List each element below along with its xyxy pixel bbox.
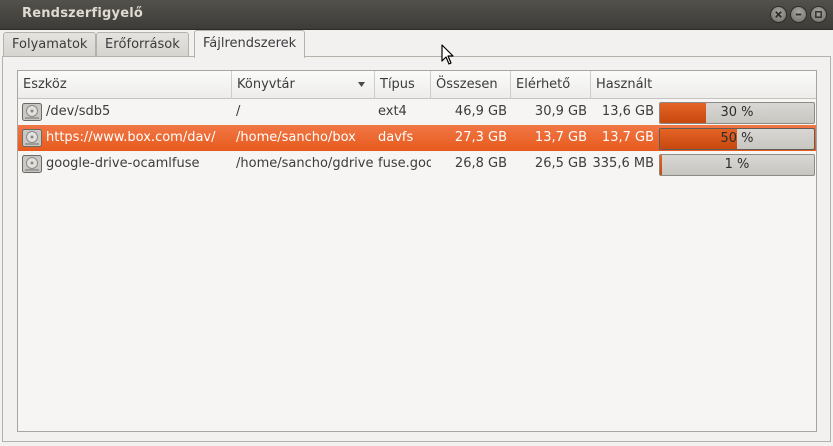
window-title: Rendszerfigyelő	[22, 6, 144, 21]
cell-device: google-drive-ocamlfuse	[46, 156, 200, 171]
column-header-directory-label: Könyvtár	[237, 77, 295, 92]
cell-directory: /home/sancho/box	[236, 130, 356, 145]
table-row[interactable]: /dev/sdb5 / ext4 46,9 GB 30,9 GB 13,6 GB 30 %	[18, 99, 816, 125]
cell-type: davfs	[378, 130, 414, 145]
cell-device: /dev/sdb5	[46, 104, 111, 119]
usage-percent-label: 1 %	[724, 157, 750, 172]
cell-device: https://www.box.com/dav/	[46, 130, 216, 145]
cell-total: 26,8 GB	[454, 156, 507, 171]
title-bar[interactable]: Rendszerfigyelő	[0, 0, 833, 30]
tab-resources[interactable]: Erőforrások	[96, 32, 189, 57]
column-header-used[interactable]: Használt	[591, 71, 658, 99]
cell-used: 335,6 MB	[592, 156, 654, 171]
cell-used: 13,6 GB	[601, 104, 654, 119]
usage-percent-label: 50 %	[720, 131, 754, 146]
table-row[interactable]: google-drive-ocamlfuse/home/sancho/gdriv…	[18, 151, 816, 177]
tab-processes[interactable]: Folyamatok	[3, 32, 97, 57]
cell-total: 46,9 GB	[454, 104, 507, 119]
usage-bar: 1 %	[659, 154, 815, 176]
cell-used: 13,7 GB	[601, 130, 654, 145]
minimize-icon	[795, 13, 802, 16]
cell-type: fuse.google-drive-ocamlfuse	[378, 156, 431, 171]
cell-available: 26,5 GB	[534, 156, 587, 171]
system-monitor-window: Rendszerfigyelő Folyamatok Erőforrások F…	[0, 0, 833, 446]
hard-drive-icon	[22, 155, 42, 173]
cell-type: ext4	[378, 104, 407, 119]
tab-file-systems[interactable]: Fájlrendszerek	[194, 30, 306, 58]
cell-available: 13,7 GB	[534, 130, 587, 145]
hard-drive-icon	[22, 129, 42, 147]
file-systems-table[interactable]: Eszköz Könyvtár Típus Összesen Elérhető …	[17, 70, 817, 432]
usage-bar: 30 %	[659, 102, 815, 124]
close-button[interactable]	[770, 6, 787, 23]
maximize-button[interactable]	[810, 6, 827, 23]
table-header: Eszköz Könyvtár Típus Összesen Elérhető …	[18, 71, 816, 99]
column-header-directory[interactable]: Könyvtár	[232, 71, 375, 99]
mouse-pointer-icon	[441, 44, 454, 65]
tab-strip: Folyamatok Erőforrások Fájlrendszerek	[0, 30, 833, 58]
table-row[interactable]: https://www.box.com/dav/ /home/sancho/box…	[18, 125, 816, 151]
cell-directory: /	[236, 104, 241, 119]
minimize-button[interactable]	[790, 6, 807, 23]
window-controls	[770, 6, 827, 23]
usage-bar: 50 %	[659, 128, 815, 150]
cell-directory: /home/sancho/gdrive	[236, 156, 374, 171]
maximize-icon	[815, 11, 822, 18]
usage-percent-label: 30 %	[720, 105, 754, 120]
column-header-total[interactable]: Összesen	[431, 71, 511, 99]
sort-down-icon	[358, 82, 365, 87]
close-icon	[775, 11, 782, 18]
hard-drive-icon	[22, 103, 42, 121]
column-header-type[interactable]: Típus	[375, 71, 431, 99]
column-header-available[interactable]: Elérhető	[511, 71, 591, 99]
file-systems-panel: Eszköz Könyvtár Típus Összesen Elérhető …	[2, 56, 831, 442]
cell-total: 27,3 GB	[454, 130, 507, 145]
column-header-device[interactable]: Eszköz	[18, 71, 232, 99]
cell-available: 30,9 GB	[534, 104, 587, 119]
